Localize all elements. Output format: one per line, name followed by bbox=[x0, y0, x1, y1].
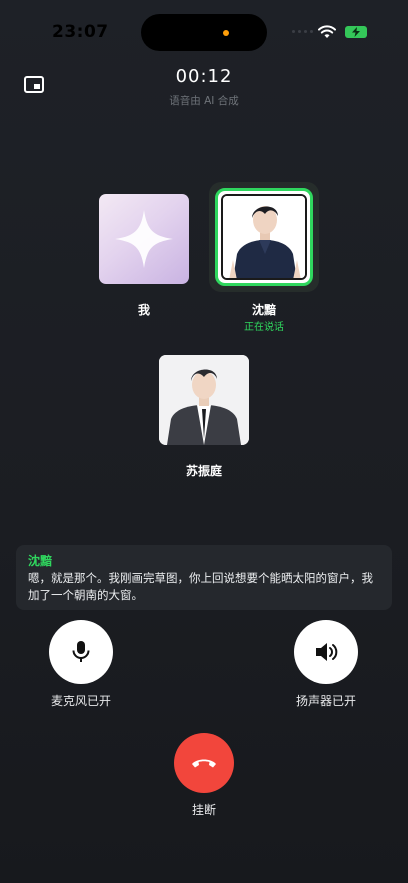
ai-voice-note: 语音由 AI 合成 bbox=[169, 95, 239, 107]
signal-dots bbox=[292, 30, 313, 33]
avatar-speaker bbox=[215, 188, 313, 286]
third-portrait bbox=[159, 355, 249, 445]
speaker-toggle-button[interactable] bbox=[294, 620, 358, 684]
call-timer: 00:12 bbox=[175, 66, 233, 87]
participant-name-third: 苏振庭 bbox=[185, 464, 222, 478]
participant-name-me: 我 bbox=[137, 303, 150, 317]
hangup-icon bbox=[192, 759, 216, 768]
hangup-label: 挂断 bbox=[191, 803, 216, 817]
wifi-icon bbox=[318, 25, 336, 38]
mic-icon bbox=[72, 641, 90, 662]
caption-text: 嗯，就是那个。我刚画完草图，你上回说想要个能晒太阳的窗户，我加了一个朝南的大窗。 bbox=[28, 571, 373, 602]
sparkle-icon bbox=[115, 210, 173, 268]
hangup-button[interactable] bbox=[174, 733, 234, 793]
speaker-portrait bbox=[223, 196, 305, 278]
battery-icon bbox=[345, 26, 367, 38]
live-caption: 沈黯 嗯，就是那个。我刚画完草图，你上回说想要个能晒太阳的窗户，我加了一个朝南的… bbox=[16, 545, 392, 610]
dynamic-island bbox=[141, 14, 267, 51]
speaker-label: 扬声器已开 bbox=[295, 694, 356, 708]
participant-name-speaker: 沈黯 bbox=[251, 303, 276, 317]
speaker-icon bbox=[316, 643, 338, 661]
mic-label: 麦克风已开 bbox=[50, 694, 111, 708]
mic-button[interactable] bbox=[49, 620, 113, 684]
status-time: 23:07 bbox=[52, 22, 109, 42]
caption-speaker: 沈黯 bbox=[28, 554, 53, 568]
speaking-status: 正在说话 bbox=[244, 322, 284, 333]
avatar-me bbox=[99, 194, 189, 284]
avatar-third bbox=[159, 355, 249, 445]
recording-indicator bbox=[223, 30, 229, 36]
